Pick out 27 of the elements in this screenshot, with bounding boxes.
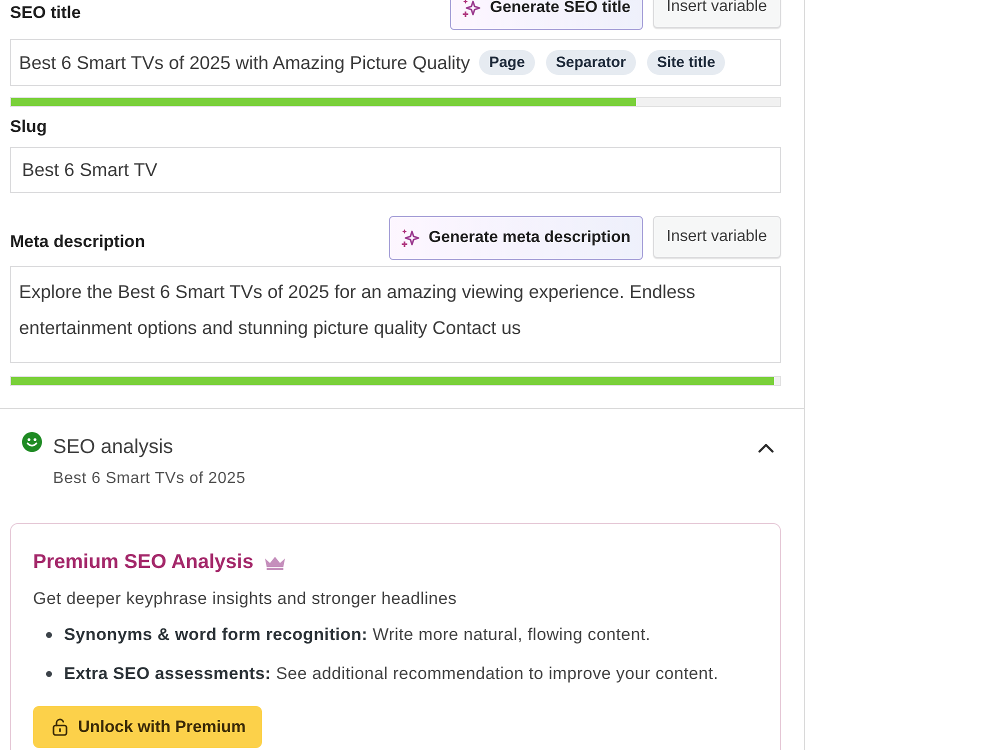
insert-variable-button[interactable]: Insert variable (652, 216, 781, 258)
section-title: SEO analysis (53, 435, 174, 460)
crown-icon (264, 556, 286, 570)
field-label: Meta description (10, 232, 146, 253)
field-label: SEO title (10, 3, 81, 24)
feature-text: Extra SEO assessments: See additional recommendation to improve your content. (64, 664, 718, 684)
variable-pill[interactable]: Separator (546, 50, 636, 75)
variable-pill[interactable]: Site title (646, 50, 726, 75)
chevron-icon[interactable] (758, 443, 774, 453)
unlock-button[interactable]: Unlock with Premium (33, 706, 262, 748)
card-description: Get deeper keyphrase insights and stronger headlines (33, 589, 458, 609)
meta-description-field[interactable]: Explore the Best 6 Smart TVs of 2025 for an amazing viewing experience. Endless entertainment options and stunning picture quality Contact us (10, 266, 781, 363)
sparkle-icon (461, 0, 481, 18)
sparkle-icon (400, 228, 420, 248)
seo-title-field[interactable]: Best 6 Smart TVs of 2025 with Amazing Picture Quality Page Separator Site title (10, 39, 781, 86)
generate-button[interactable]: Generate SEO title (450, 0, 642, 30)
smiley-icon (22, 432, 42, 452)
bullet-icon (46, 671, 52, 677)
lock-icon (52, 718, 68, 736)
section-subtitle: Best 6 Smart TVs of 2025 (53, 470, 247, 488)
generate-button[interactable]: Generate meta description (388, 216, 642, 260)
card-title: Premium SEO Analysis (33, 551, 254, 574)
variable-pill[interactable]: Page (479, 50, 535, 75)
slug-field[interactable]: Best 6 Smart TV (10, 147, 781, 193)
feature-text: Synonyms & word form recognition: Write more natural, flowing content. (64, 625, 651, 645)
field-label: Slug (10, 117, 47, 137)
bullet-icon (46, 632, 52, 638)
